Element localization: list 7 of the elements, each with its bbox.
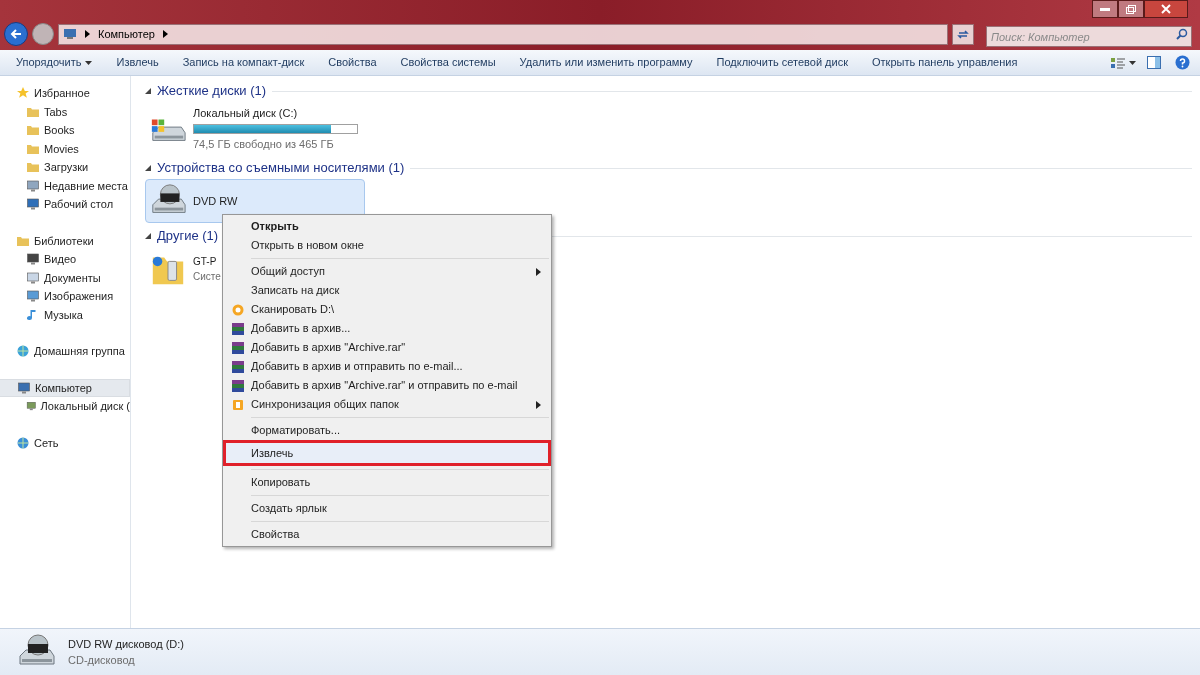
drive-space: 74,5 ГБ свободно из 465 ГБ <box>193 136 335 152</box>
drive-name: DVD RW <box>193 193 238 209</box>
item-type: CD-дисковод <box>68 653 136 668</box>
device-name: GT-P <box>193 255 218 269</box>
device-type: Систе <box>193 270 221 284</box>
item-name: DVD RW дисковод (D:) <box>68 636 184 652</box>
drive-name: Локальный диск (C:) <box>193 106 299 121</box>
